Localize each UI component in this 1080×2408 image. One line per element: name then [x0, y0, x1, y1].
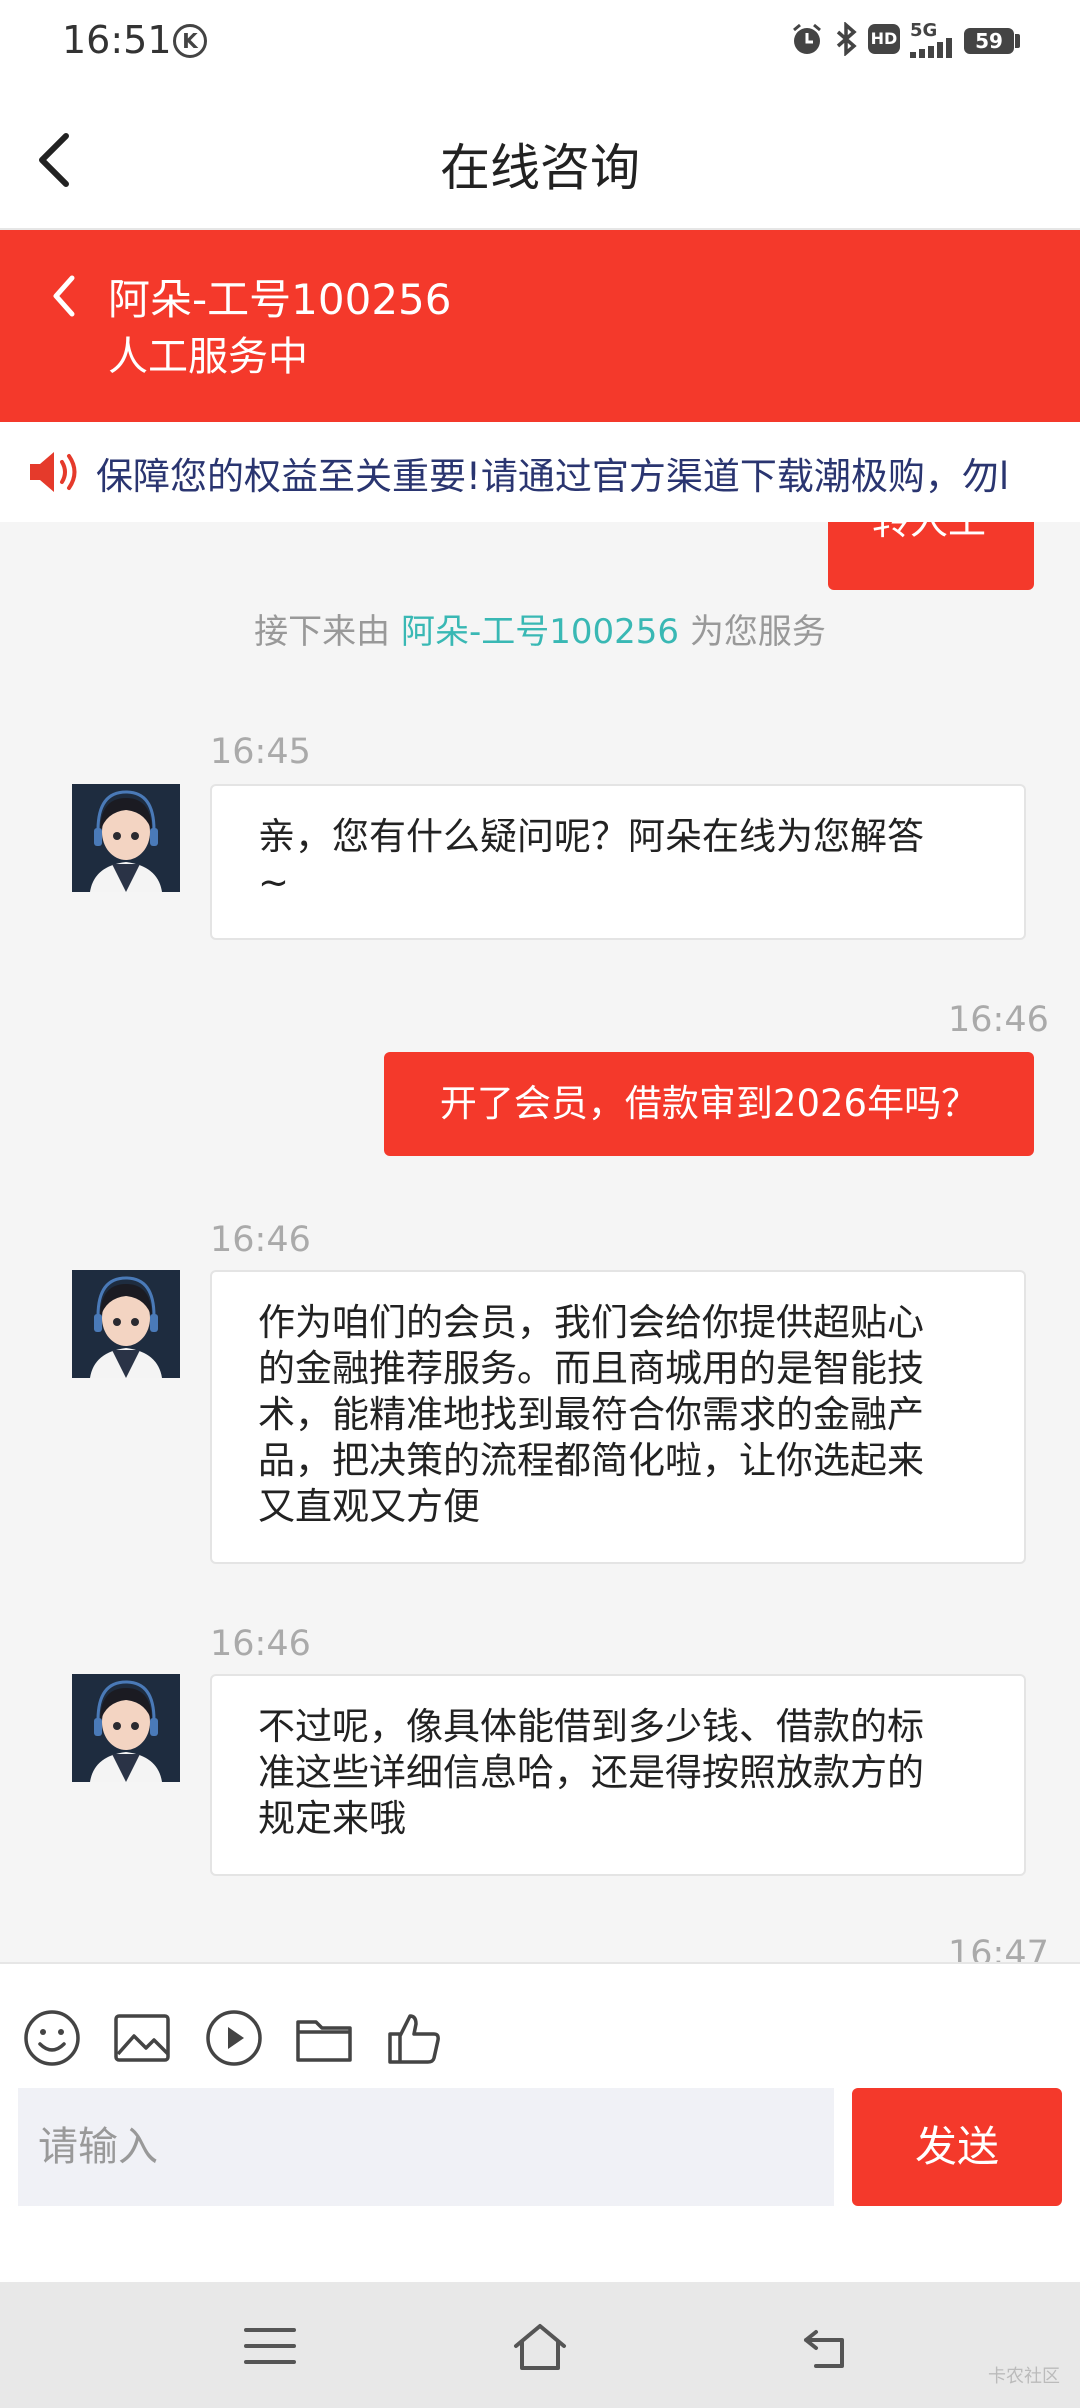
title-bar: 在线咨询 — [0, 90, 1080, 230]
send-button[interactable]: 发送 — [852, 2088, 1062, 2206]
input-row: 发送 — [0, 2088, 1080, 2282]
message-line: 规定来哦 — [258, 1797, 406, 1840]
notice-banner: 保障您的权益至关重要!请通过官方渠道下载潮极购，勿l — [0, 422, 1080, 522]
system-note: 接下来由 阿朵-工号100256 为您服务 — [0, 604, 1080, 653]
notice-text: 保障您的权益至关重要!请通过官方渠道下载潮极购，勿l — [96, 455, 1010, 498]
message-time: 16:46 — [948, 1000, 1049, 1040]
image-icon[interactable] — [112, 2008, 172, 2068]
message-line: ~ — [258, 861, 290, 904]
back-nav-icon[interactable] — [796, 2318, 856, 2374]
agent-avatar — [72, 1270, 180, 1378]
watermark: 卡农社区 — [988, 2366, 1060, 2387]
message-line: 品，把决策的流程都简化啦，让你选起来 — [258, 1439, 924, 1482]
battery-level: 59 — [975, 29, 1003, 53]
agent-avatar — [72, 784, 180, 892]
page-title: 在线咨询 — [440, 139, 640, 197]
incoming-message: 不过呢，像具体能借到多少钱、借款的标 准这些详细信息哈，还是得按照放款方的 规定… — [210, 1674, 1026, 1876]
message-line: 作为咱们的会员，我们会给你提供超贴心 — [258, 1301, 924, 1344]
message-time: 16:45 — [210, 732, 311, 772]
message-time: 16:47 — [948, 1934, 1049, 1962]
menu-icon[interactable] — [240, 2318, 300, 2374]
status-time: 16:51 — [62, 18, 172, 62]
message-text: 开了会员，借款审到2026年吗？ — [439, 1082, 979, 1125]
system-note-prefix: 接下来由 — [254, 612, 391, 652]
message-line: 又直观又方便 — [258, 1485, 480, 1528]
home-icon[interactable] — [510, 2318, 570, 2374]
system-note-agent: 阿朵-工号100256 — [400, 612, 680, 652]
previous-message-text: 转人工 — [872, 522, 986, 545]
agent-avatar-image — [72, 1674, 180, 1782]
agent-avatar-image — [72, 784, 180, 892]
agent-avatar — [72, 1674, 180, 1782]
folder-icon[interactable] — [294, 2008, 354, 2068]
status-bar: 16:51 K HD 5G 59 — [0, 0, 1080, 90]
hd-icon: HD — [868, 24, 900, 54]
thumbs-up-icon[interactable] — [384, 2008, 444, 2068]
chat-area[interactable]: 转人工 接下来由 阿朵-工号100256 为您服务 16:45 亲，您有什么疑问… — [0, 522, 1080, 1962]
message-line: 的金融推荐服务。而且商城用的是智能技 — [258, 1347, 924, 1390]
agent-name: 阿朵-工号100256 — [108, 275, 452, 324]
system-nav-bar: 卡农社区 — [0, 2282, 1080, 2408]
agent-status: 人工服务中 — [108, 334, 308, 380]
battery-tip — [1015, 34, 1020, 48]
input-toolbar — [0, 1962, 1080, 2090]
signal-icon — [910, 38, 952, 58]
agent-header: 阿朵-工号100256 人工服务中 — [0, 230, 1080, 422]
incoming-message: 亲，您有什么疑问呢？阿朵在线为您解答 ~ — [210, 784, 1026, 940]
video-icon[interactable] — [204, 2008, 264, 2068]
alarm-icon — [793, 23, 821, 54]
previous-message-bubble: 转人工 — [828, 522, 1034, 590]
agent-avatar-image — [72, 1270, 180, 1378]
message-time: 16:46 — [210, 1220, 311, 1260]
agent-back-icon[interactable] — [44, 266, 84, 326]
bluetooth-icon — [836, 22, 857, 56]
speaker-icon — [30, 452, 77, 492]
message-line: 不过呢，像具体能借到多少钱、借款的标 — [258, 1705, 924, 1748]
outgoing-message: 开了会员，借款审到2026年吗？ — [384, 1052, 1034, 1156]
incoming-message: 作为咱们的会员，我们会给你提供超贴心 的金融推荐服务。而且商城用的是智能技 术，… — [210, 1270, 1026, 1564]
message-time: 16:46 — [210, 1624, 311, 1664]
message-input[interactable] — [18, 2088, 834, 2206]
battery-icon: 59 — [964, 28, 1014, 54]
message-line: 术，能精准地找到最符合你需求的金融产 — [258, 1393, 924, 1436]
message-line: 准这些详细信息哈，还是得按照放款方的 — [258, 1751, 924, 1794]
k-badge-icon: K — [173, 24, 207, 58]
message-line: 亲，您有什么疑问呢？阿朵在线为您解答 — [258, 815, 924, 858]
system-note-suffix: 为您服务 — [689, 612, 826, 652]
emoji-icon[interactable] — [22, 2008, 82, 2068]
